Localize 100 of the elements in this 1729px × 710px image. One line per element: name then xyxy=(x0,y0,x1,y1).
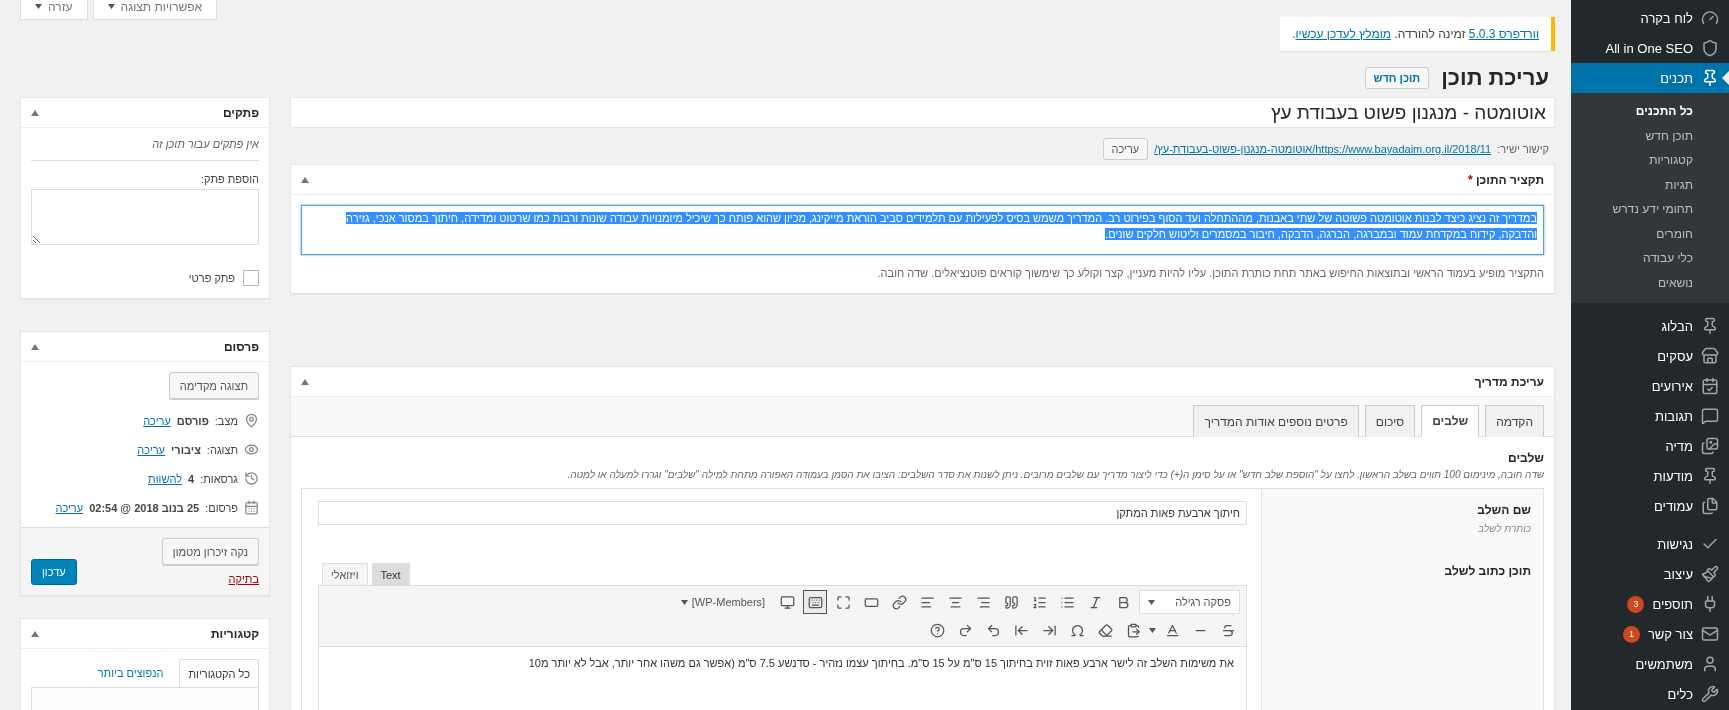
admin-menu-item[interactable]: נגישות xyxy=(1571,529,1729,559)
screen-options-button[interactable]: עזרה xyxy=(20,0,88,20)
excerpt-description: התקציר מופיע בעמוד הראשי ובתוצאות החיפוש באתר תחת כותרת התוכן. עליו להיות מעניין, קצר וקולע כך שימשוך קוראים פוטנציאלים. שדה חובה. xyxy=(876,267,1544,279)
field-label: שם השלב xyxy=(1476,503,1531,517)
publish-value: 4 xyxy=(188,472,195,485)
admin-menu-item[interactable]: מודעות xyxy=(1571,461,1729,491)
admin-menu-item[interactable]: תכנים xyxy=(1571,63,1729,93)
publish-link[interactable]: עריכה xyxy=(143,414,171,427)
monitor-icon[interactable] xyxy=(779,594,795,610)
submenu-item[interactable]: תחומי ידע נדרש xyxy=(1571,197,1729,222)
eye-icon xyxy=(244,442,259,457)
admin-menu-item[interactable]: עיצוב xyxy=(1571,559,1729,589)
link-icon[interactable] xyxy=(891,594,907,610)
italic-icon[interactable] xyxy=(1087,594,1103,610)
collapse-toggle-icon[interactable] xyxy=(31,343,39,350)
submenu-item[interactable]: תגיות xyxy=(1571,172,1729,197)
pages-icon xyxy=(1701,497,1719,515)
clear-cache-button[interactable]: נקה זיכרון מטמון xyxy=(161,538,259,565)
submenu-item[interactable]: חומרים xyxy=(1571,221,1729,246)
admin-menu-item[interactable]: תגובות xyxy=(1571,401,1729,431)
publish-link[interactable]: עריכה xyxy=(55,501,84,514)
section-tab[interactable]: הקדמה xyxy=(1485,405,1544,437)
admin-menu-item[interactable]: לוח בקרה xyxy=(1571,3,1729,33)
panel-title: קטגוריות xyxy=(211,626,259,641)
permalink-label: קישור ישיר: xyxy=(1497,143,1549,155)
submenu-item[interactable]: תוכן חדש xyxy=(1571,123,1729,148)
category-tab[interactable]: הנפוצים ביותר xyxy=(89,659,172,687)
quote-icon[interactable] xyxy=(1003,594,1019,610)
shield-icon xyxy=(1701,39,1719,57)
section-description: שדה חובה, מינימום 100 תווים בשלב הראשון. לחצו על "הוספת שלב חדש" או על סימן ה(+) כדי ליצור מדריך עם שלבים מרובים. ניתן לשנות את סדר השלבים: הציבו את הסמן בעמודה האפורה מתחת למילה "שלבים" וגררו למעלה או למטה. xyxy=(566,469,1544,480)
shortcode-dropdown[interactable]: [WP-Members] xyxy=(674,595,772,609)
panel-title: פרסום xyxy=(223,339,259,354)
section-tab[interactable]: פרטים נוספים אודות המדריך xyxy=(1193,405,1359,437)
publish-value: פורסם xyxy=(176,414,209,427)
publish-link[interactable]: עריכה xyxy=(137,443,166,456)
editor-tab[interactable]: ויזואלי xyxy=(322,563,368,585)
paintbrush-icon xyxy=(1701,565,1719,583)
publish-label: פרסום: xyxy=(205,501,238,514)
editor-content[interactable]: את משימות השלב זה לישר ארבע פאות זוית בחיתוך 15 ס"מ על 15 ס"מ. בחיתוך עצמו נזהיר - סדנשע 7.5 ס"מ (אפשר גם משהו אחר יותר, אבל לא יותר מ10 xyxy=(318,647,1247,710)
page-title: עריכת תוכן xyxy=(1441,65,1549,91)
toolbar-toggle-icon[interactable] xyxy=(807,594,823,610)
format-select[interactable]: פסקה רגילה xyxy=(1139,590,1240,614)
numbered-list-icon[interactable] xyxy=(1031,594,1047,610)
toolbar-button[interactable] xyxy=(803,590,828,614)
admin-menu-item[interactable]: All in One SEO xyxy=(1571,33,1729,63)
collapse-toggle-icon[interactable] xyxy=(301,378,309,385)
category-tab[interactable]: כל הקטגוריות xyxy=(179,659,259,687)
publish-link[interactable]: להשוות xyxy=(148,472,183,485)
submenu-item[interactable]: כל התכנים xyxy=(1571,99,1729,124)
section-title: שלבים xyxy=(1507,451,1544,465)
notice-link[interactable]: וורדפרס 5.0.3 xyxy=(1468,27,1539,41)
admin-menu-item[interactable]: מדיה xyxy=(1571,431,1729,461)
admin-menu-item[interactable]: משתמשים xyxy=(1571,649,1729,679)
count-badge: 1 xyxy=(1622,625,1640,643)
permalink-link[interactable]: https://www.bayadaim.org.il/2018/11/אוטומטה-מנגנון-פשוט-בעבודת-עץ/ xyxy=(1154,143,1492,155)
wrench-icon xyxy=(1701,685,1719,703)
count-badge: 3 xyxy=(1627,595,1645,613)
admin-menu-item[interactable]: כלים xyxy=(1571,679,1729,709)
submenu-item[interactable]: כלי עבודה xyxy=(1571,246,1729,271)
caret-icon xyxy=(107,4,115,9)
preview-button[interactable]: תצוגה מקדימה xyxy=(168,372,259,399)
history-icon xyxy=(244,471,259,486)
current-arrow-icon xyxy=(1722,71,1729,85)
step-name-input[interactable]: חיתוך ארבעת פאות המתקן xyxy=(318,501,1247,525)
align-left-icon[interactable] xyxy=(919,594,935,610)
admin-menu-item[interactable]: הבלוג xyxy=(1571,311,1729,341)
empty-notes-text: אין פתקים עבור תוכן זה xyxy=(31,138,259,161)
private-checkbox[interactable] xyxy=(243,270,259,286)
align-right-icon[interactable] xyxy=(975,594,991,610)
add-new-button[interactable]: תוכן חדש xyxy=(1364,67,1430,89)
notice-link[interactable]: מומלץ לעדכן עכשיו xyxy=(1295,27,1391,41)
admin-menu-item[interactable]: עסקים xyxy=(1571,341,1729,371)
publish-label: מצב: xyxy=(214,414,238,427)
fullscreen-icon[interactable] xyxy=(835,594,851,610)
collapse-toggle-icon[interactable] xyxy=(301,176,309,183)
panel-title: תקציר התוכן * xyxy=(1468,172,1544,187)
align-center-icon[interactable] xyxy=(947,594,963,610)
trash-link[interactable]: בתיקה xyxy=(228,573,259,585)
media-icon xyxy=(1701,437,1719,455)
update-button[interactable]: עדכון xyxy=(31,559,77,585)
section-tab[interactable]: שלבים xyxy=(1421,405,1480,437)
title-input[interactable]: אוטומטה - מנגנון פשוט בעבודת עץ xyxy=(290,97,1555,128)
publish-value: ציבורי xyxy=(171,443,201,456)
pin-icon xyxy=(1701,69,1719,87)
collapse-toggle-icon[interactable] xyxy=(31,109,39,116)
collapse-toggle-icon[interactable] xyxy=(31,630,39,637)
admin-menu-item[interactable]: עמודים xyxy=(1571,491,1729,521)
user-icon xyxy=(1701,655,1719,673)
gauge-icon xyxy=(1701,9,1719,27)
store-icon xyxy=(1701,347,1719,365)
permalink-edit-button[interactable]: עריכה xyxy=(1102,138,1149,160)
bullet-list-icon[interactable] xyxy=(1059,594,1075,610)
screen-options-button[interactable]: אפשרויות תצוגה xyxy=(92,0,218,20)
pin-icon xyxy=(244,413,259,428)
panel-title: עריכת מדריך xyxy=(1474,374,1544,389)
editor-tab[interactable]: Text xyxy=(371,563,410,585)
admin-menu-item[interactable]: אירועים xyxy=(1571,371,1729,401)
section-tab[interactable]: סיכום xyxy=(1364,405,1416,437)
submenu-item[interactable]: קטגוריות xyxy=(1571,148,1729,173)
submenu-item[interactable]: נושאים xyxy=(1571,270,1729,295)
